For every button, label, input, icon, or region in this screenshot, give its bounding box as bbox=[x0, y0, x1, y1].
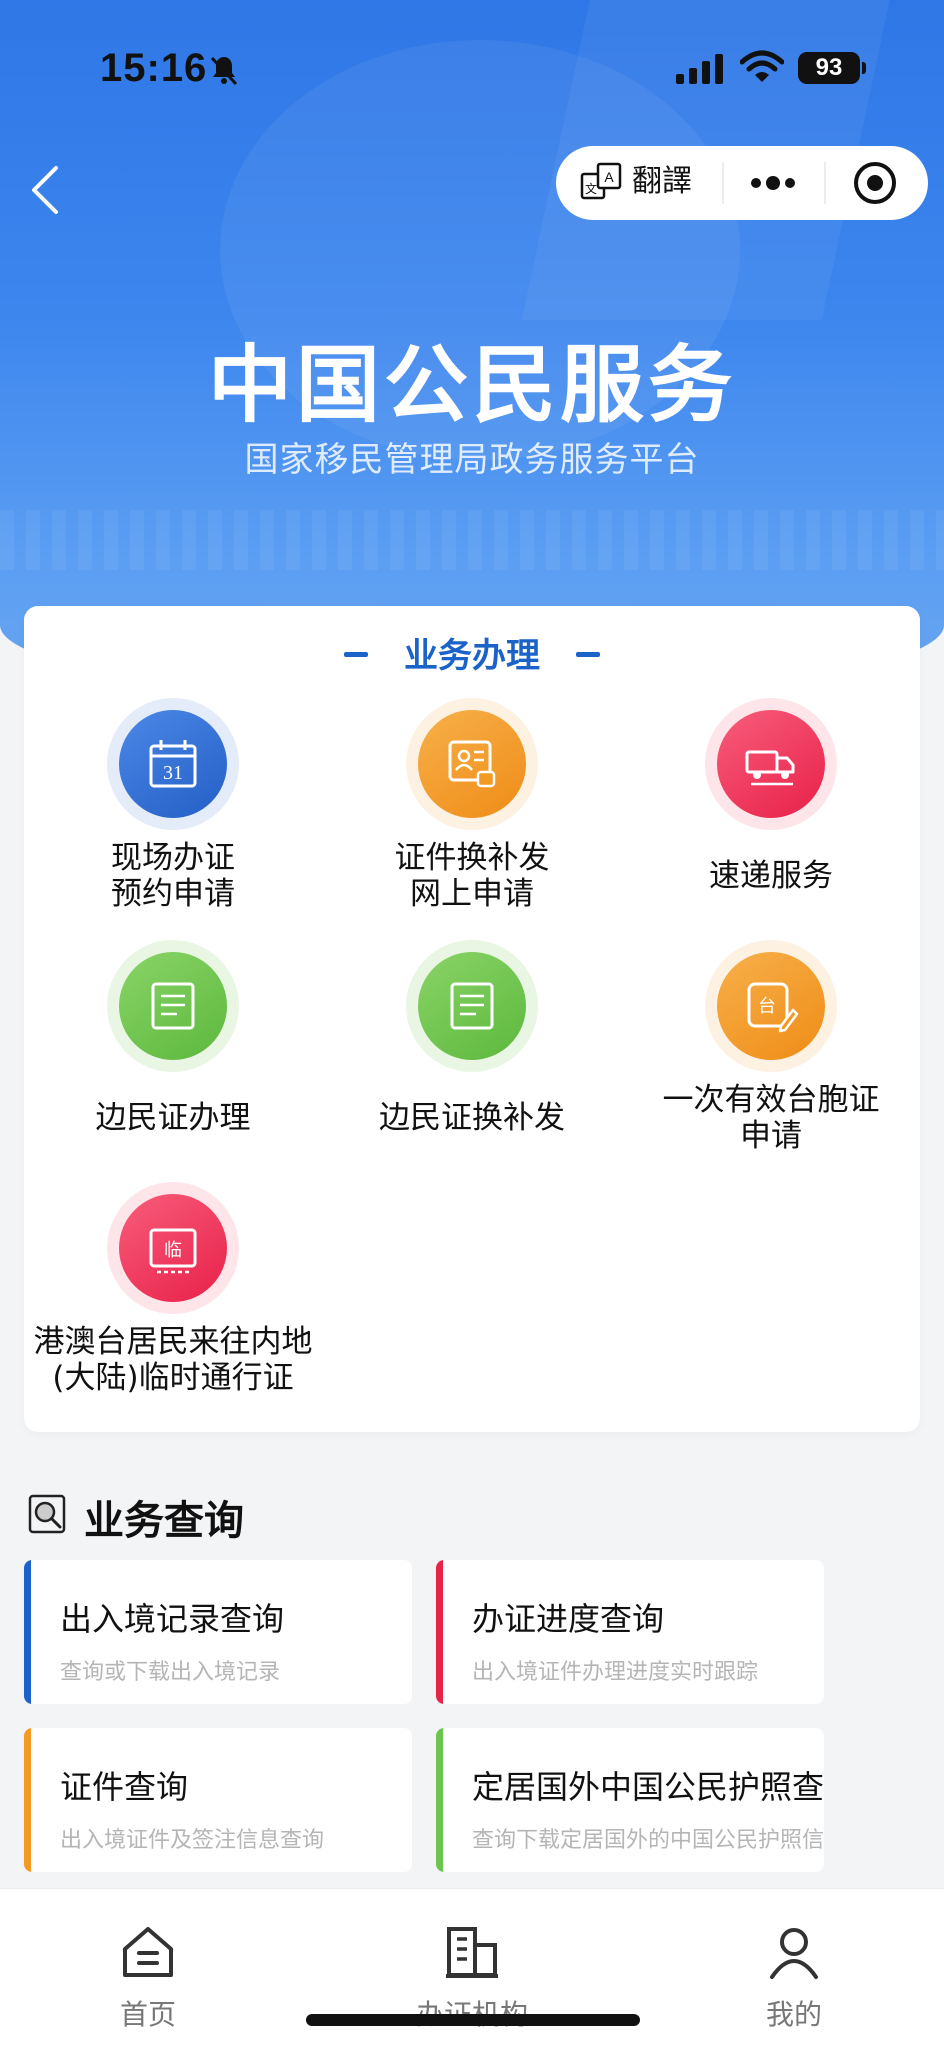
svg-text:文: 文 bbox=[585, 181, 597, 196]
accent-bar bbox=[436, 1560, 443, 1704]
icon-ring: 台 bbox=[705, 940, 837, 1072]
temporary-permit-icon: 临 bbox=[149, 1228, 197, 1274]
query-documents[interactable]: 证件查询 出入境证件及签注信息查询 bbox=[24, 1728, 412, 1872]
status-time: 15:16 bbox=[100, 46, 208, 90]
service-label: 现场办证 预约申请 bbox=[111, 840, 235, 912]
query-description: 出入境证件办理进度实时跟踪 bbox=[472, 1660, 759, 1685]
query-description: 出入境证件及签注信息查询 bbox=[60, 1828, 325, 1853]
icon-circle: 临 bbox=[119, 1194, 227, 1302]
query-description: 查询下载定居国外的中国公民护照信息 bbox=[472, 1828, 824, 1853]
id-card-icon bbox=[448, 740, 496, 788]
wifi-icon bbox=[740, 50, 784, 82]
more-icon[interactable] bbox=[748, 168, 798, 198]
icon-ring: 31 bbox=[107, 698, 239, 830]
document-icon bbox=[450, 982, 494, 1030]
icon-circle bbox=[418, 952, 526, 1060]
accent-bar bbox=[24, 1728, 31, 1872]
query-title: 证件查询 bbox=[60, 1768, 189, 1806]
status-bar: 15:16 93 bbox=[0, 0, 944, 140]
service-label: 边民证办理 bbox=[95, 1100, 251, 1136]
icon-ring bbox=[406, 698, 538, 830]
battery-indicator: 93 bbox=[798, 52, 860, 84]
back-icon[interactable] bbox=[26, 162, 66, 218]
service-temporary-pass[interactable]: 临 港澳台居民来往内地 (大陆)临时通行证 bbox=[24, 1182, 322, 1412]
tab-label: 办证机构 bbox=[372, 1993, 572, 2033]
icon-circle: 31 bbox=[119, 710, 227, 818]
svg-text:台: 台 bbox=[758, 996, 776, 1017]
truck-icon bbox=[745, 750, 795, 786]
service-label: 边民证换补发 bbox=[379, 1100, 565, 1136]
tab-home[interactable]: 首页 bbox=[48, 1923, 248, 2033]
svg-text:A: A bbox=[604, 169, 614, 185]
close-target-icon[interactable] bbox=[852, 160, 898, 206]
hero-decoration bbox=[0, 510, 944, 570]
building-icon bbox=[446, 1927, 498, 1978]
battery-tip bbox=[862, 62, 866, 74]
icon-circle bbox=[418, 710, 526, 818]
query-title: 出入境记录查询 bbox=[60, 1600, 285, 1638]
capsule-divider bbox=[722, 162, 724, 204]
service-id-reissue[interactable]: 证件换补发 网上申请 bbox=[323, 698, 621, 912]
tab-label: 首页 bbox=[119, 1998, 176, 2031]
service-border-permit-reissue[interactable]: 边民证换补发 bbox=[323, 940, 621, 1140]
icon-circle bbox=[717, 710, 825, 818]
query-description: 查询或下载出入境记录 bbox=[60, 1660, 281, 1685]
svg-text:31: 31 bbox=[163, 762, 183, 784]
accent-bar bbox=[24, 1560, 31, 1704]
translate-button[interactable]: 翻譯 bbox=[632, 162, 692, 202]
service-appointment[interactable]: 31 现场办证 预约申请 bbox=[24, 698, 322, 912]
page-title: 中国公民服务 bbox=[207, 336, 736, 434]
search-icon bbox=[28, 1494, 66, 1534]
capsule-divider bbox=[824, 162, 826, 204]
translate-icon[interactable]: A 文 bbox=[580, 162, 622, 202]
document-icon bbox=[151, 982, 195, 1030]
tab-label: 我的 bbox=[765, 1998, 822, 2031]
service-label: 港澳台居民来往内地 (大陆)临时通行证 bbox=[33, 1324, 313, 1396]
icon-ring bbox=[107, 940, 239, 1072]
query-title: 定居国外中国公民护照查询 bbox=[472, 1768, 824, 1806]
taiwan-permit-icon: 台 bbox=[747, 982, 799, 1033]
calendar-icon: 31 bbox=[149, 740, 197, 788]
icon-ring: 临 bbox=[107, 1182, 239, 1314]
cellular-signal-icon bbox=[676, 54, 723, 84]
query-application-progress[interactable]: 办证进度查询 出入境证件办理进度实时跟踪 bbox=[436, 1560, 824, 1704]
services-title: 业务办理 bbox=[404, 636, 540, 676]
home-icon bbox=[123, 1927, 173, 1977]
tab-profile[interactable]: 我的 bbox=[694, 1923, 894, 2033]
user-icon bbox=[770, 1928, 818, 1979]
icon-ring bbox=[705, 698, 837, 830]
services-card: 业务办理 31 现场办证 预约申请 证件换补发 网上申请 速递服务 边民证办理 … bbox=[24, 606, 920, 1432]
service-label: 速递服务 bbox=[709, 858, 833, 894]
icon-ring bbox=[406, 940, 538, 1072]
home-indicator bbox=[306, 2014, 640, 2026]
icon-circle: 台 bbox=[717, 952, 825, 1060]
service-label: 证件换补发 网上申请 bbox=[394, 840, 550, 912]
icon-circle bbox=[119, 952, 227, 1060]
accent-bar bbox=[436, 1728, 443, 1872]
bell-muted-icon bbox=[210, 56, 238, 86]
service-label: 一次有效台胞证 申请 bbox=[662, 1082, 880, 1154]
query-title: 办证进度查询 bbox=[472, 1600, 665, 1638]
query-section-title: 业务查询 bbox=[84, 1498, 244, 1544]
query-overseas-passport[interactable]: 定居国外中国公民护照查询 查询下载定居国外的中国公民护照信息 bbox=[436, 1728, 824, 1872]
service-border-permit[interactable]: 边民证办理 bbox=[24, 940, 322, 1140]
service-taiwan-permit[interactable]: 台 一次有效台胞证 申请 bbox=[622, 940, 920, 1154]
svg-text:临: 临 bbox=[164, 1240, 182, 1261]
page-subtitle: 国家移民管理局政务服务平台 bbox=[244, 440, 700, 480]
service-express[interactable]: 速递服务 bbox=[622, 698, 920, 898]
title-dash bbox=[576, 652, 600, 657]
query-entry-exit-records[interactable]: 出入境记录查询 查询或下载出入境记录 bbox=[24, 1560, 412, 1704]
